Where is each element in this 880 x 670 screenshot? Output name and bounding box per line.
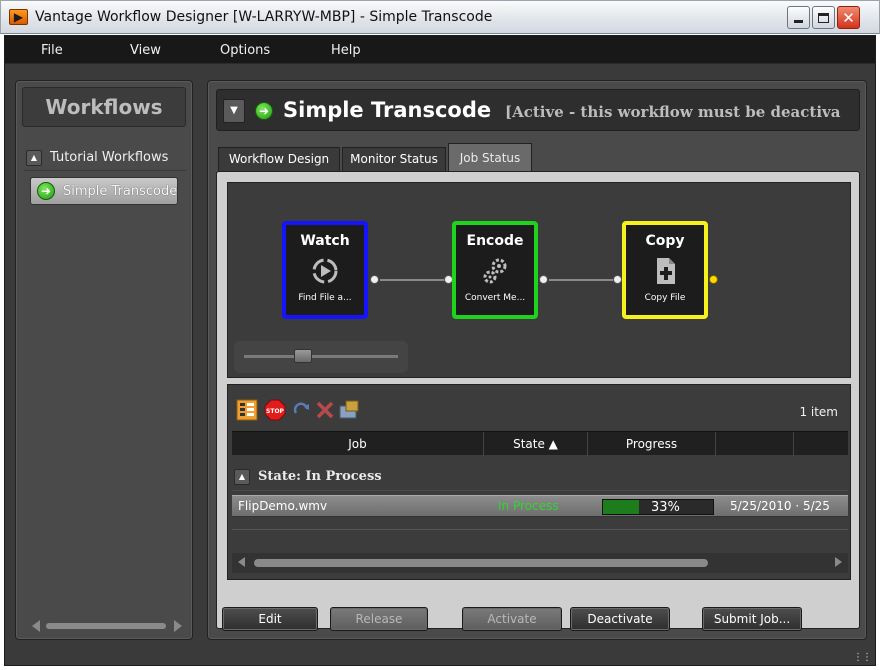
gears-icon bbox=[483, 258, 507, 284]
open-folder-icon[interactable] bbox=[338, 399, 360, 421]
scroll-right-icon[interactable] bbox=[174, 620, 182, 632]
resize-grip-icon[interactable]: ⋮⋮ bbox=[853, 652, 872, 663]
progress-bar: 33% bbox=[602, 499, 714, 515]
workflow-dropdown-button[interactable]: ▼ bbox=[223, 99, 245, 123]
node-subtitle: Find File a... bbox=[298, 293, 352, 303]
column-header-start[interactable] bbox=[716, 432, 794, 456]
menu-view[interactable]: View bbox=[130, 43, 161, 58]
node-input-port[interactable] bbox=[613, 275, 622, 284]
job-details-icon[interactable] bbox=[236, 399, 258, 421]
column-header-job[interactable]: Job bbox=[232, 432, 484, 456]
job-state: In Process bbox=[498, 499, 559, 513]
workflow-group[interactable]: ▲ Tutorial Workflows bbox=[24, 147, 186, 171]
menu-file[interactable]: File bbox=[41, 43, 63, 58]
job-date: 5/25/2010 · 5/25 bbox=[730, 499, 830, 513]
window-titlebar: ▶ Vantage Workflow Designer [W-LARRYW-MB… bbox=[0, 0, 880, 34]
watch-icon bbox=[312, 258, 338, 284]
delete-icon[interactable] bbox=[314, 399, 336, 421]
tab-monitor-status[interactable]: Monitor Status bbox=[342, 147, 446, 171]
sidebar-header: Workflows bbox=[22, 87, 186, 127]
sidebar-item-label: Simple Transcode bbox=[63, 184, 178, 199]
grid-scrollbar[interactable] bbox=[232, 553, 848, 573]
workflow-canvas: Watch Find File a... Encode Convert Me..… bbox=[227, 182, 851, 378]
edit-button[interactable]: Edit bbox=[222, 607, 318, 631]
node-subtitle: Copy File bbox=[644, 293, 686, 303]
go-arrow-icon: ➜ bbox=[37, 182, 55, 200]
workflow-header: ▼ ➜ Simple Transcode [Active - this work… bbox=[216, 89, 860, 131]
svg-text:STOP: STOP bbox=[266, 408, 285, 415]
minimize-icon bbox=[794, 20, 803, 23]
node-output-port[interactable] bbox=[709, 275, 718, 284]
node-output-port[interactable] bbox=[539, 275, 548, 284]
workflow-status-text: [Active - this workflow must be deactiva bbox=[505, 103, 841, 121]
app-logo-icon: ▶ bbox=[9, 9, 28, 25]
node-title: Watch bbox=[300, 233, 350, 249]
workflow-group-label: Tutorial Workflows bbox=[50, 150, 169, 165]
slider-thumb[interactable] bbox=[294, 349, 312, 363]
workflow-title: Simple Transcode bbox=[283, 98, 492, 122]
scrollbar-thumb[interactable] bbox=[46, 623, 166, 629]
jobs-panel: STOP 1 item Job State ▲ Progress ▲ State… bbox=[227, 384, 851, 580]
release-button[interactable]: Release bbox=[330, 607, 428, 631]
stop-icon[interactable]: STOP bbox=[264, 399, 286, 421]
connector-line bbox=[549, 279, 615, 281]
sidebar-item-simple-transcode[interactable]: ➜ Simple Transcode bbox=[30, 177, 178, 205]
job-status-content: Watch Find File a... Encode Convert Me..… bbox=[216, 171, 860, 629]
node-watch[interactable]: Watch Find File a... bbox=[282, 221, 368, 319]
grid-header: Job State ▲ Progress bbox=[232, 431, 848, 456]
node-output-port[interactable] bbox=[370, 275, 379, 284]
node-title: Encode bbox=[466, 233, 524, 249]
scroll-left-icon[interactable] bbox=[32, 620, 40, 632]
slider-rail bbox=[244, 355, 398, 358]
workflow-panel: ▼ ➜ Simple Transcode [Active - this work… bbox=[207, 80, 867, 640]
node-encode[interactable]: Encode Convert Me... bbox=[452, 221, 538, 319]
close-button[interactable]: ✕ bbox=[837, 6, 860, 29]
node-title: Copy bbox=[645, 233, 685, 249]
workflows-sidebar: Workflows ▲ Tutorial Workflows ➜ Simple … bbox=[15, 80, 193, 640]
column-header-progress[interactable]: Progress bbox=[588, 432, 716, 456]
progress-text: 33% bbox=[651, 500, 680, 515]
app-body: File View Options Help Workflows ▲ Tutor… bbox=[4, 35, 876, 666]
copy-file-icon bbox=[657, 258, 675, 284]
group-label: State: In Process bbox=[258, 469, 382, 484]
zoom-slider[interactable] bbox=[234, 341, 408, 373]
job-name: FlipDemo.wmv bbox=[238, 499, 328, 513]
deactivate-button[interactable]: Deactivate bbox=[570, 607, 670, 631]
scroll-right-icon[interactable] bbox=[835, 557, 842, 567]
window-title: Vantage Workflow Designer [W-LARRYW-MBP]… bbox=[35, 9, 493, 25]
collapse-triangle-icon[interactable]: ▲ bbox=[26, 150, 42, 166]
connector-line bbox=[380, 279, 446, 281]
column-header-state[interactable]: State ▲ bbox=[484, 432, 588, 456]
sidebar-scrollbar[interactable] bbox=[32, 619, 182, 633]
minimize-button[interactable] bbox=[787, 6, 810, 29]
maximize-button[interactable] bbox=[812, 6, 835, 29]
close-icon: ✕ bbox=[842, 8, 855, 27]
tab-workflow-design[interactable]: Workflow Design bbox=[218, 147, 340, 171]
progress-fill bbox=[603, 500, 640, 514]
menu-options[interactable]: Options bbox=[220, 43, 270, 58]
menu-bar: File View Options Help bbox=[5, 36, 875, 64]
group-row[interactable]: ▲ State: In Process bbox=[232, 463, 848, 491]
scrollbar-thumb[interactable] bbox=[254, 559, 708, 567]
activate-button[interactable]: Activate bbox=[462, 607, 562, 631]
scroll-left-icon[interactable] bbox=[238, 557, 245, 567]
collapse-triangle-icon[interactable]: ▲ bbox=[234, 469, 250, 485]
active-status-icon: ➜ bbox=[255, 102, 273, 120]
restart-icon[interactable] bbox=[290, 399, 312, 421]
table-row[interactable]: FlipDemo.wmv In Process 33% 5/25/2010 · … bbox=[232, 495, 848, 517]
tab-job-status[interactable]: Job Status bbox=[448, 143, 532, 171]
row-divider bbox=[232, 529, 848, 530]
node-subtitle: Convert Me... bbox=[464, 293, 526, 303]
node-copy[interactable]: Copy Copy File bbox=[622, 221, 708, 319]
submit-job-button[interactable]: Submit Job... bbox=[702, 607, 802, 631]
item-count: 1 item bbox=[799, 405, 838, 419]
maximize-icon bbox=[818, 12, 829, 23]
menu-help[interactable]: Help bbox=[331, 43, 361, 58]
column-header-end[interactable] bbox=[794, 432, 848, 456]
